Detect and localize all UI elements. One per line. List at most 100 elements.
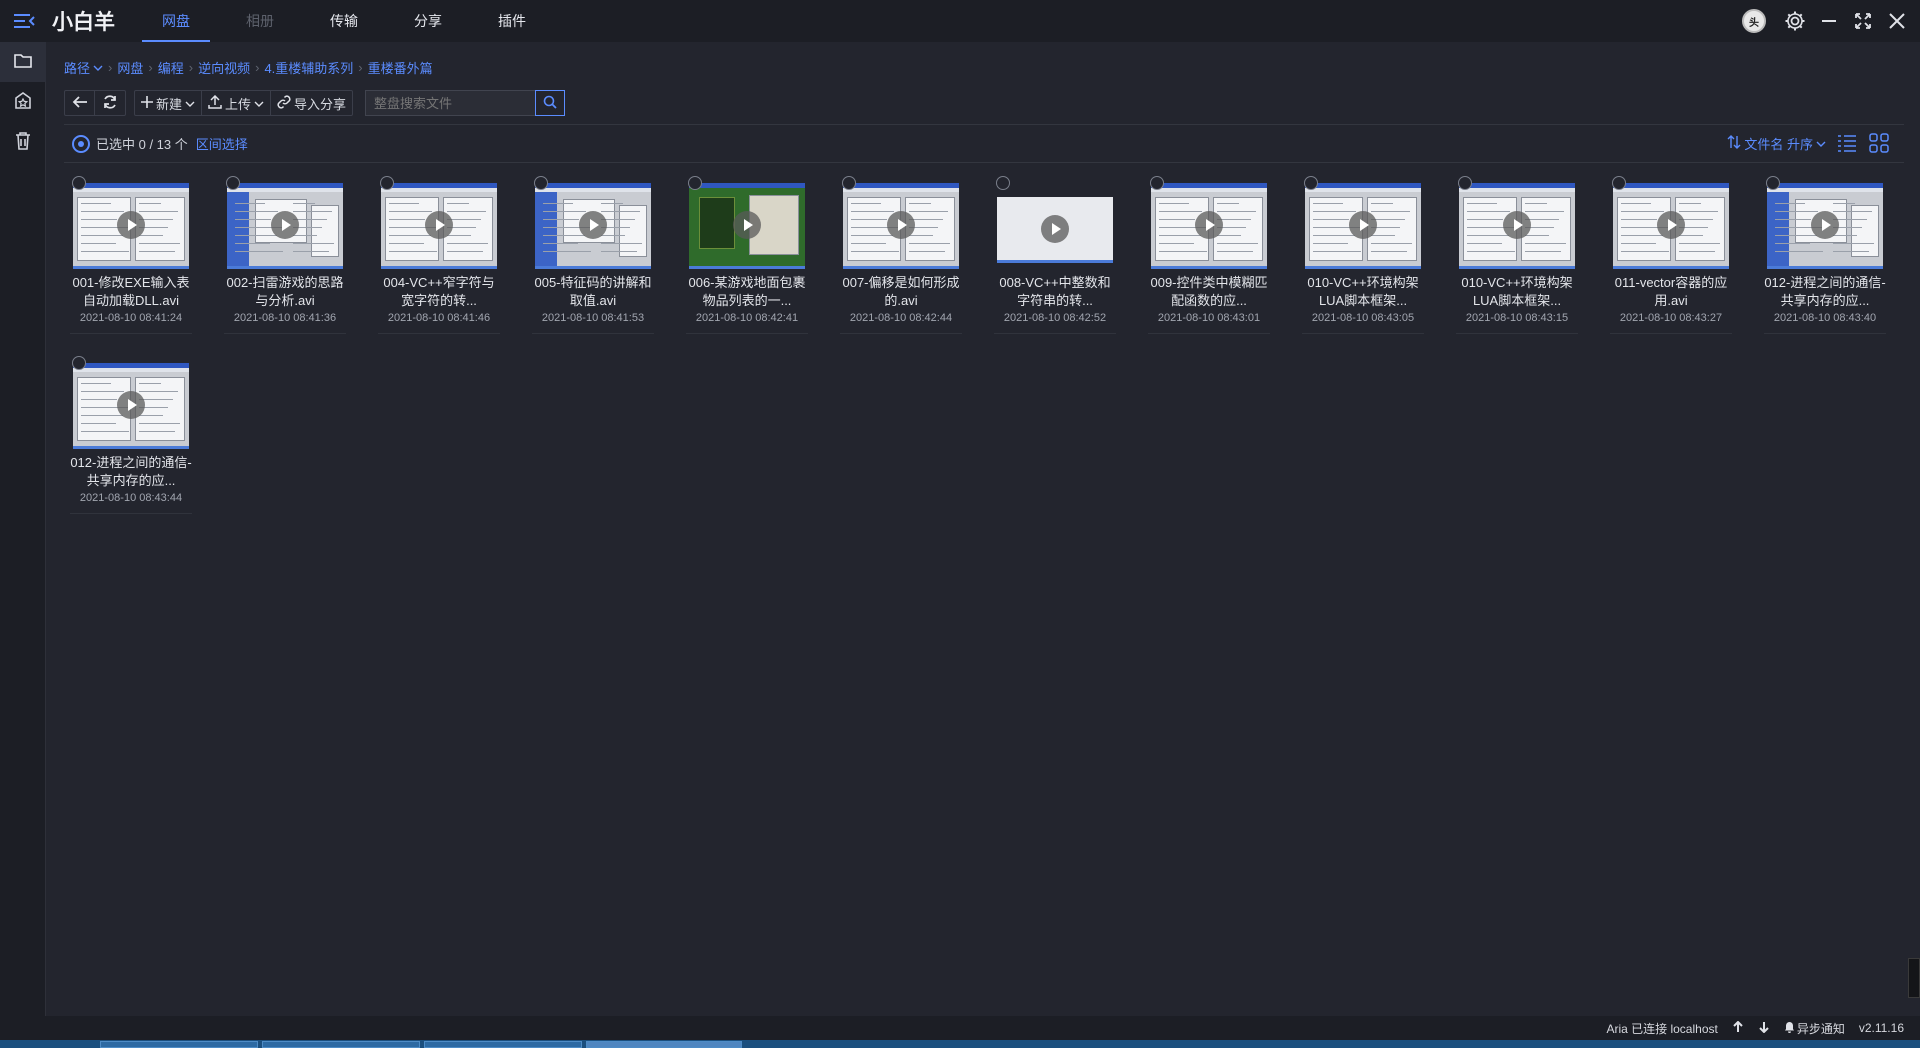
- chevron-down-icon[interactable]: [93, 60, 103, 75]
- tab-album[interactable]: 相册: [218, 0, 302, 42]
- search-button[interactable]: [535, 90, 566, 116]
- sort-dropdown[interactable]: 文件名 升序: [1727, 134, 1826, 153]
- file-card[interactable]: 006-某游戏地面包裹物品列表的一... 2021-08-10 08:42:41: [686, 176, 808, 334]
- file-card[interactable]: 001-修改EXE输入表自动加载DLL.avi 2021-08-10 08:41:…: [70, 176, 192, 334]
- search-input[interactable]: [365, 90, 536, 116]
- breadcrumb: 路径 › 网盘 › 编程 › 逆向视频 › 4.重楼辅助系列 › 重楼番外篇: [64, 58, 433, 77]
- file-checkbox[interactable]: [226, 176, 240, 190]
- thumbnail-wrapper: [72, 182, 190, 270]
- file-checkbox[interactable]: [380, 176, 394, 190]
- upload-button[interactable]: 上传: [202, 91, 272, 115]
- taskbar-item[interactable]: [586, 1041, 742, 1048]
- file-card[interactable]: 004-VC++窄字符与宽字符的转... 2021-08-10 08:41:46: [378, 176, 500, 334]
- nav-button-group: [64, 90, 126, 116]
- file-card[interactable]: 011-vector容器的应用.avi 2021-08-10 08:43:27: [1610, 176, 1732, 334]
- taskbar-item[interactable]: [262, 1041, 420, 1048]
- file-checkbox[interactable]: [1150, 176, 1164, 190]
- file-checkbox[interactable]: [1612, 176, 1626, 190]
- breadcrumb-item[interactable]: 网盘: [117, 58, 143, 77]
- app-title: 小白羊: [52, 11, 115, 34]
- thumbnail-wrapper: [842, 182, 960, 270]
- file-card[interactable]: 007-偏移是如何形成的.avi 2021-08-10 08:42:44: [840, 176, 962, 334]
- search-icon: [543, 95, 557, 112]
- thumbnail-wrapper: [1766, 182, 1884, 270]
- sort-label: 文件名 升序: [1744, 136, 1813, 152]
- import-share-button[interactable]: 导入分享: [271, 91, 352, 115]
- action-button-group: 新建 上传 导入分享: [134, 90, 354, 116]
- status-bar: Aria 已连接 localhost 异步通知 v2.11.16: [0, 1016, 1920, 1040]
- file-checkbox[interactable]: [842, 176, 856, 190]
- header-divider: [64, 162, 1904, 163]
- file-checkbox[interactable]: [1304, 176, 1318, 190]
- breadcrumb-separator: ›: [188, 60, 194, 75]
- file-checkbox[interactable]: [72, 356, 86, 370]
- video-thumbnail: [1151, 183, 1267, 269]
- tab-pan[interactable]: 网盘: [134, 0, 218, 42]
- file-card[interactable]: 005-特征码的讲解和取值.avi 2021-08-10 08:41:53: [532, 176, 654, 334]
- tab-transfer[interactable]: 传输: [302, 0, 386, 42]
- user-avatar[interactable]: 头: [1742, 9, 1766, 33]
- settings-gear-icon[interactable]: [1782, 8, 1808, 34]
- chevron-down-icon: [254, 96, 264, 111]
- file-card[interactable]: 009-控件类中模糊匹配函数的应... 2021-08-10 08:43:01: [1148, 176, 1270, 334]
- file-checkbox[interactable]: [1766, 176, 1780, 190]
- video-thumbnail: [1305, 183, 1421, 269]
- list-view-icon[interactable]: [1836, 132, 1858, 154]
- breadcrumb-current[interactable]: 重楼番外篇: [368, 58, 433, 77]
- file-card[interactable]: 008-VC++中整数和字符串的转... 2021-08-10 08:42:52: [994, 176, 1116, 334]
- tab-plugin[interactable]: 插件: [470, 0, 554, 42]
- breadcrumb-item[interactable]: 逆向视频: [198, 58, 250, 77]
- video-thumbnail: [1767, 183, 1883, 269]
- selection-bar: 已选中 0 / 13 个 区间选择: [72, 134, 248, 153]
- fullscreen-icon[interactable]: [1850, 8, 1876, 34]
- breadcrumb-separator: ›: [148, 60, 153, 75]
- sidebar-item-files[interactable]: [0, 42, 46, 82]
- upload-button-label: 上传: [225, 96, 252, 112]
- aria-status[interactable]: Aria 已连接 localhost: [1606, 1020, 1717, 1037]
- file-card[interactable]: 012-进程之间的通信-共享内存的应... 2021-08-10 08:43:40: [1764, 176, 1886, 334]
- refresh-button[interactable]: [95, 91, 125, 115]
- menu-toggle-icon[interactable]: [0, 0, 48, 42]
- video-thumbnail: [843, 183, 959, 269]
- sidebar-item-trash[interactable]: [0, 122, 46, 162]
- sort-arrows-icon: [1727, 134, 1741, 152]
- taskbar-item[interactable]: [424, 1041, 582, 1048]
- file-checkbox[interactable]: [688, 176, 702, 190]
- select-all-radio[interactable]: [72, 134, 90, 153]
- tab-share[interactable]: 分享: [386, 0, 470, 42]
- new-button[interactable]: 新建: [135, 91, 203, 115]
- folder-icon: [13, 52, 33, 73]
- sidebar-item-favorites[interactable]: [0, 82, 46, 122]
- os-taskbar: [0, 1040, 1920, 1048]
- breadcrumb-separator: ›: [358, 60, 363, 75]
- grid-view-icon[interactable]: [1868, 132, 1890, 154]
- file-name: 004-VC++窄字符与宽字符的转...: [383, 275, 495, 308]
- breadcrumb-path[interactable]: 路径: [64, 58, 90, 77]
- close-icon[interactable]: [1884, 8, 1910, 34]
- thumbnail-wrapper: [226, 182, 344, 270]
- upload-speed-icon: [1732, 1020, 1744, 1036]
- file-checkbox[interactable]: [1458, 176, 1472, 190]
- file-card[interactable]: 010-VC++环境构架LUA脚本框架... 2021-08-10 08:43:1…: [1456, 176, 1578, 334]
- back-button[interactable]: [65, 91, 95, 115]
- minimize-icon[interactable]: [1816, 8, 1842, 34]
- video-thumbnail: [73, 363, 189, 449]
- file-card[interactable]: 010-VC++环境构架LUA脚本框架... 2021-08-10 08:43:0…: [1302, 176, 1424, 334]
- scrollbar-handle[interactable]: [1908, 958, 1920, 998]
- taskbar-item[interactable]: [100, 1041, 258, 1048]
- file-name: 010-VC++环境构架LUA脚本框架...: [1307, 275, 1419, 308]
- breadcrumb-item[interactable]: 编程: [158, 58, 184, 77]
- async-notify[interactable]: 异步通知: [1784, 1020, 1845, 1037]
- file-checkbox[interactable]: [996, 176, 1010, 190]
- file-date: 2021-08-10 08:42:44: [849, 312, 953, 324]
- arrow-left-icon: [72, 95, 88, 112]
- file-card[interactable]: 012-进程之间的通信-共享内存的应... 2021-08-10 08:43:44: [70, 356, 192, 514]
- thumbnail-wrapper: [688, 182, 806, 270]
- file-checkbox[interactable]: [534, 176, 548, 190]
- range-select-link[interactable]: 区间选择: [196, 134, 248, 153]
- file-checkbox[interactable]: [72, 176, 86, 190]
- video-thumbnail: [73, 183, 189, 269]
- file-card[interactable]: 002-扫雷游戏的思路与分析.avi 2021-08-10 08:41:36: [224, 176, 346, 334]
- breadcrumb-item[interactable]: 4.重楼辅助系列: [264, 58, 353, 77]
- file-date: 2021-08-10 08:43:05: [1311, 312, 1415, 324]
